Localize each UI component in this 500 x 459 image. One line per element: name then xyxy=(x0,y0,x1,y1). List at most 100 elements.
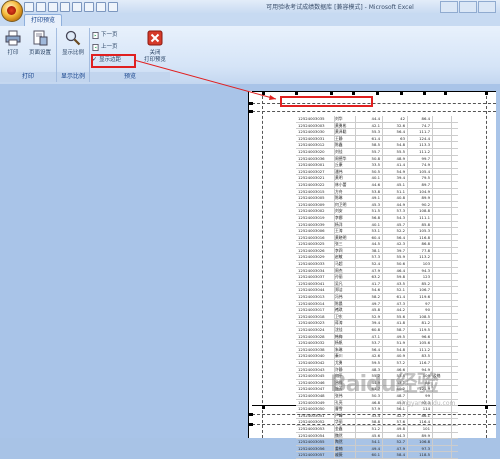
table-cell: 49.5 xyxy=(383,333,408,340)
table-cell: 12524003041 xyxy=(296,280,335,287)
table-cell xyxy=(433,247,452,254)
table-cell xyxy=(433,267,452,274)
table-row: 12524003015 方舟 53.8 51.1 104.9 xyxy=(296,188,458,196)
table-cell: 47.9 xyxy=(383,445,408,452)
table-cell: 86.4 xyxy=(408,116,433,122)
table-cell: 陈琳 xyxy=(335,195,356,201)
table-cell: 12524003051 xyxy=(296,412,335,419)
table-cell: 85.8 xyxy=(408,221,433,228)
table-cell: 55.6 xyxy=(383,313,408,320)
table-cell: 12524003016 xyxy=(296,234,335,241)
table-cell: 41.7 xyxy=(356,280,383,287)
table-cell: 52.2 xyxy=(383,228,408,234)
table-row: 12524003031 王静 61.4 63 124.4 xyxy=(296,135,458,143)
table-cell: 沈佳 xyxy=(335,327,356,333)
table-cell xyxy=(433,346,452,353)
table-cell: 49.4 xyxy=(356,445,383,452)
table-cell xyxy=(433,168,452,175)
table-cell: 54.8 xyxy=(383,142,408,148)
table-row: 12524003012 陈鑫 58.5 54.8 113.3 xyxy=(296,142,458,149)
table-row: 12524003026 李四 38.1 39.7 77.8 xyxy=(296,247,458,255)
table-row: 12524003025 张三 44.5 42.3 86.8 xyxy=(296,241,458,248)
table-cell xyxy=(433,254,452,261)
table-cell: 朱琳 xyxy=(335,346,356,353)
table-cell: 50.8 xyxy=(356,155,383,162)
table-cell: 55.3 xyxy=(356,129,383,135)
table-cell: 李娜 xyxy=(335,214,356,221)
table-cell: 12524003015 xyxy=(296,188,335,195)
table-cell xyxy=(433,116,452,122)
table-cell: 85.2 xyxy=(408,280,433,287)
table-cell: 12524003002 xyxy=(296,208,335,214)
table-cell: 王静 xyxy=(335,135,356,142)
table-row: 12524003052 华丽 58.8 57.6 116.4 xyxy=(296,419,458,426)
table-row: 12524003013 冯伟 58.2 61.4 119.6 xyxy=(296,294,458,301)
table-cell xyxy=(433,122,452,129)
table-row: 12524003038 朱琳 56.4 54.8 111.2 xyxy=(296,346,458,354)
table-cell: 60.1 xyxy=(356,452,383,458)
table-cell: 60.4 xyxy=(356,234,383,241)
table-cell: 106.8 xyxy=(408,439,433,445)
table-cell: 12524003023 xyxy=(296,320,335,326)
table-cell: 43.5 xyxy=(383,280,408,287)
table-cell: 黄晓明 xyxy=(335,234,356,241)
table-cell: 42.6 xyxy=(356,353,383,359)
table-row: 12524003016 黄晓明 60.4 56.4 116.8 xyxy=(296,234,458,242)
table-cell: 42.1 xyxy=(356,122,383,129)
table-cell: 严峰 xyxy=(335,412,356,419)
table-cell: 44.3 xyxy=(383,432,408,439)
table-cell: 孙丽 xyxy=(335,274,356,280)
table-row: 12524003027 潘伟 50.5 54.9 105.4 xyxy=(296,168,458,176)
table-cell: 12524003042 xyxy=(296,359,335,366)
table-row: 12524003018 卫东 52.9 55.6 108.5 xyxy=(296,313,458,321)
table-cell: 马超 xyxy=(335,261,356,267)
table-cell: 陈晨 xyxy=(335,300,356,307)
table-cell xyxy=(433,307,452,313)
table-cell: 金鑫 xyxy=(335,425,356,432)
table-cell: 12524003017 xyxy=(296,307,335,313)
table-cell: 12524003021 xyxy=(296,175,335,181)
table-cell: 43.4 xyxy=(356,412,383,419)
table-cell xyxy=(433,333,452,340)
table-cell: 黄明 xyxy=(335,175,356,181)
table-cell: 94.3 xyxy=(408,267,433,274)
table-cell xyxy=(433,162,452,168)
table-cell xyxy=(433,280,452,287)
table-row: 12524003057 戚薇 60.1 58.4 118.5 xyxy=(296,452,458,459)
table-cell: 45.7 xyxy=(383,221,408,228)
table-cell: 方舟 xyxy=(335,188,356,195)
table-row: 12524003022 林小蕾 44.6 45.1 89.7 xyxy=(296,181,458,189)
table-cell: 12524003032 xyxy=(296,340,335,346)
table-cell: 33.5 xyxy=(356,162,383,168)
table-cell xyxy=(433,188,452,195)
table-cell: 姜楠 xyxy=(335,445,356,452)
table-row: 12524003053 金鑫 51.2 49.8 101 xyxy=(296,425,458,433)
table-cell: 118.5 xyxy=(408,452,433,458)
table-cell xyxy=(433,228,452,234)
table-row: 12524003002 刘安 51.5 57.3 108.8 xyxy=(296,208,458,215)
table-cell: 12524003027 xyxy=(296,168,335,175)
table-cell: 12524003030 xyxy=(296,129,335,135)
table-cell xyxy=(433,261,452,267)
table-cell: 42 xyxy=(383,116,408,122)
table-row: 12524003020 刘佳 55.7 55.5 111.2 xyxy=(296,148,458,156)
table-row: 12524003023 蒋涛 39.4 41.8 81.2 xyxy=(296,320,458,327)
table-cell: 105.6 xyxy=(408,340,433,346)
table-cell: 陈鑫 xyxy=(335,142,356,148)
table-cell: 40.8 xyxy=(383,195,408,201)
table-cell: 113.3 xyxy=(408,142,433,148)
table-cell: 39.4 xyxy=(356,320,383,326)
table-cell: 63.2 xyxy=(356,274,383,280)
table-cell: 116.7 xyxy=(408,359,433,366)
table-cell: 86.1 xyxy=(408,412,433,419)
table-cell xyxy=(433,412,452,419)
table-cell: 12524003013 xyxy=(296,294,335,300)
table-cell: 54.8 xyxy=(383,346,408,353)
table-cell: 90.2 xyxy=(408,201,433,208)
table-cell: 44.9 xyxy=(383,201,408,208)
table-cell: 52.9 xyxy=(356,313,383,320)
office-button[interactable] xyxy=(1,0,23,22)
table-cell: 104.9 xyxy=(408,188,433,195)
table-cell xyxy=(433,214,452,221)
table-row: 12524003039 杨洋 40.1 45.7 85.8 xyxy=(296,221,458,229)
